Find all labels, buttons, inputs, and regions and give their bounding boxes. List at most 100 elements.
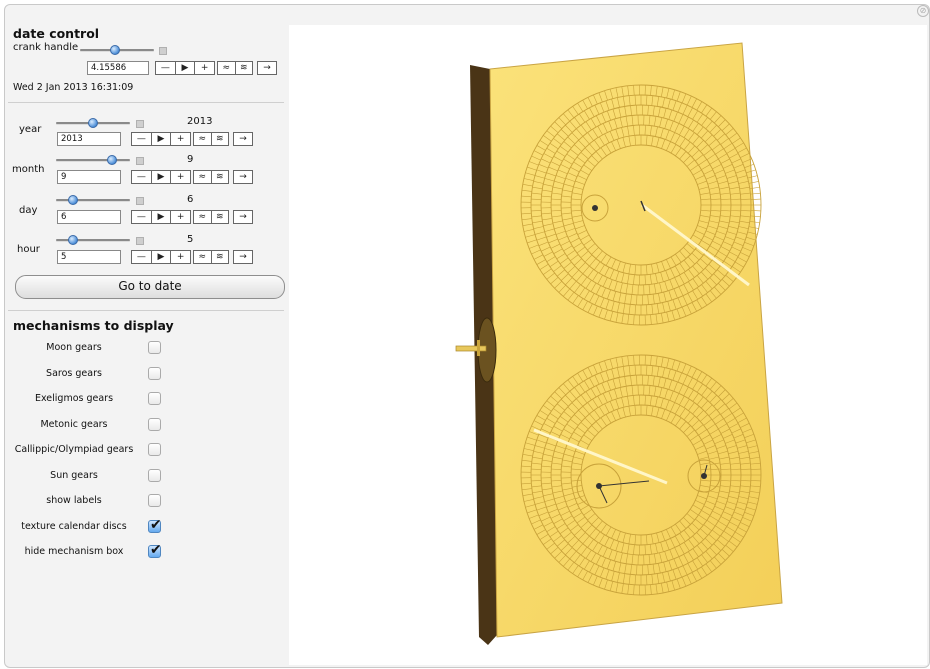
hour-direction-button[interactable]: → bbox=[233, 250, 253, 264]
mechanism-checkbox[interactable] bbox=[148, 469, 161, 482]
mechanism-3d-view[interactable] bbox=[289, 25, 927, 665]
faster-button[interactable]: ≈ bbox=[194, 133, 212, 145]
day-speed-controls[interactable]: ≈ ≋ bbox=[193, 210, 229, 224]
year-direction-button[interactable]: → bbox=[233, 132, 253, 146]
day-step-controls[interactable]: — ▶ + bbox=[131, 210, 191, 224]
crank-handle-pin bbox=[477, 340, 480, 356]
crank-handle-expand-icon[interactable] bbox=[159, 47, 167, 55]
mechanism-label: Exeligmos gears bbox=[0, 393, 148, 404]
slower-button[interactable]: ≋ bbox=[212, 211, 229, 223]
mechanism-label: show labels bbox=[0, 495, 148, 506]
mechanism-label: Callippic/Olympiad gears bbox=[0, 444, 148, 455]
day-slider[interactable] bbox=[56, 195, 130, 205]
month-display-value: 9 bbox=[187, 154, 193, 165]
crank-handle-slider-thumb[interactable] bbox=[110, 45, 120, 55]
divider bbox=[8, 310, 284, 311]
hour-speed-controls[interactable]: ≈ ≋ bbox=[193, 250, 229, 264]
mechanism-label: hide mechanism box bbox=[0, 546, 148, 557]
mechanism-checkbox[interactable] bbox=[148, 545, 161, 558]
mechanism-checkbox[interactable] bbox=[148, 443, 161, 456]
play-button[interactable]: ▶ bbox=[176, 62, 196, 74]
hour-input[interactable]: 5 bbox=[57, 250, 121, 264]
increment-button[interactable]: + bbox=[171, 171, 190, 183]
play-button[interactable]: ▶ bbox=[152, 211, 172, 223]
year-slider-thumb[interactable] bbox=[88, 118, 98, 128]
mechanism-checkbox[interactable] bbox=[148, 367, 161, 380]
day-label: day bbox=[19, 205, 37, 216]
faster-button[interactable]: ≈ bbox=[194, 251, 212, 263]
current-datetime: Wed 2 Jan 2013 16:31:09 bbox=[13, 82, 133, 93]
month-slider-thumb[interactable] bbox=[107, 155, 117, 165]
day-direction-button[interactable]: → bbox=[233, 210, 253, 224]
day-input[interactable]: 6 bbox=[57, 210, 121, 224]
slower-button[interactable]: ≋ bbox=[236, 62, 253, 74]
go-to-date-button[interactable]: Go to date bbox=[15, 275, 285, 299]
control-panel: date control crank handle 4.15586 — ▶ + … bbox=[6, 6, 288, 664]
month-input[interactable]: 9 bbox=[57, 170, 121, 184]
dial-pivot bbox=[592, 205, 598, 211]
day-display-value: 6 bbox=[187, 194, 193, 205]
increment-button[interactable]: + bbox=[171, 251, 190, 263]
year-expand-icon[interactable] bbox=[136, 120, 144, 128]
year-slider[interactable] bbox=[56, 118, 130, 128]
box-front-face bbox=[490, 43, 782, 637]
slower-button[interactable]: ≋ bbox=[212, 251, 229, 263]
mechanism-label: Saros gears bbox=[0, 368, 148, 379]
mechanism-checkbox[interactable] bbox=[148, 418, 161, 431]
faster-button[interactable]: ≈ bbox=[194, 171, 212, 183]
mechanism-label: Sun gears bbox=[0, 470, 148, 481]
decrement-button[interactable]: — bbox=[132, 251, 152, 263]
play-button[interactable]: ▶ bbox=[152, 171, 172, 183]
mechanism-label: texture calendar discs bbox=[0, 521, 148, 532]
year-step-controls[interactable]: — ▶ + bbox=[131, 132, 191, 146]
crank-direction-button[interactable]: → bbox=[257, 61, 277, 75]
faster-button[interactable]: ≈ bbox=[218, 62, 236, 74]
mechanism-label: Metonic gears bbox=[0, 419, 148, 430]
play-button[interactable]: ▶ bbox=[152, 251, 172, 263]
year-display-value: 2013 bbox=[187, 116, 212, 127]
hour-display-value: 5 bbox=[187, 234, 193, 245]
mechanism-checkbox[interactable] bbox=[148, 520, 161, 533]
month-slider[interactable] bbox=[56, 155, 130, 165]
mechanism-label: Moon gears bbox=[0, 342, 148, 353]
month-expand-icon[interactable] bbox=[136, 157, 144, 165]
hour-slider-thumb[interactable] bbox=[68, 235, 78, 245]
hour-step-controls[interactable]: — ▶ + bbox=[131, 250, 191, 264]
month-step-controls[interactable]: — ▶ + bbox=[131, 170, 191, 184]
play-button[interactable]: ▶ bbox=[152, 133, 172, 145]
slower-button[interactable]: ≋ bbox=[212, 133, 229, 145]
hour-slider[interactable] bbox=[56, 235, 130, 245]
crank-handle-label: crank handle bbox=[13, 42, 78, 53]
increment-button[interactable]: + bbox=[171, 211, 190, 223]
increment-button[interactable]: + bbox=[195, 62, 214, 74]
slower-button[interactable]: ≋ bbox=[212, 171, 229, 183]
faster-button[interactable]: ≈ bbox=[194, 211, 212, 223]
hour-expand-icon[interactable] bbox=[136, 237, 144, 245]
hour-label: hour bbox=[17, 244, 40, 255]
crank-handle-slider[interactable] bbox=[80, 45, 154, 55]
crank-handle-input[interactable]: 4.15586 bbox=[87, 61, 149, 75]
month-speed-controls[interactable]: ≈ ≋ bbox=[193, 170, 229, 184]
mechanism-checkbox[interactable] bbox=[148, 341, 161, 354]
decrement-button[interactable]: — bbox=[132, 133, 152, 145]
antikythera-model[interactable] bbox=[289, 25, 927, 665]
mechanism-checkbox[interactable] bbox=[148, 392, 161, 405]
month-direction-button[interactable]: → bbox=[233, 170, 253, 184]
day-expand-icon[interactable] bbox=[136, 197, 144, 205]
decrement-button[interactable]: — bbox=[132, 211, 152, 223]
crank-handle-shaft bbox=[456, 346, 486, 351]
mechanisms-title: mechanisms to display bbox=[13, 318, 174, 333]
increment-button[interactable]: + bbox=[171, 133, 190, 145]
year-label: year bbox=[19, 124, 41, 135]
day-slider-thumb[interactable] bbox=[68, 195, 78, 205]
decrement-button[interactable]: — bbox=[156, 62, 176, 74]
year-speed-controls[interactable]: ≈ ≋ bbox=[193, 132, 229, 146]
decrement-button[interactable]: — bbox=[132, 171, 152, 183]
close-icon[interactable]: ⊘ bbox=[917, 5, 929, 17]
mechanism-checkbox[interactable] bbox=[148, 494, 161, 507]
date-control-title: date control bbox=[13, 26, 99, 41]
month-label: month bbox=[12, 164, 44, 175]
crank-play-controls[interactable]: — ▶ + bbox=[155, 61, 215, 75]
year-input[interactable]: 2013 bbox=[57, 132, 121, 146]
crank-speed-controls[interactable]: ≈ ≋ bbox=[217, 61, 253, 75]
